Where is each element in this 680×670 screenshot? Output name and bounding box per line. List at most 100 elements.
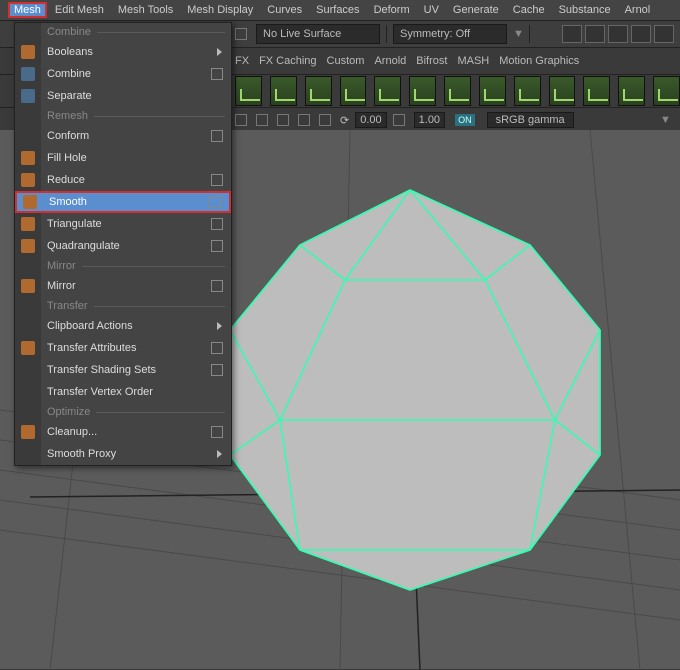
menu-item-label: Conform <box>47 130 89 142</box>
menu-item-label: Triangulate <box>47 218 102 230</box>
menu-curves[interactable]: Curves <box>261 2 308 18</box>
tool-icon[interactable] <box>235 114 247 126</box>
shelf-button[interactable] <box>583 76 610 106</box>
menu-substance[interactable]: Substance <box>553 2 617 18</box>
render-settings-icon[interactable] <box>631 25 651 43</box>
menu-item-label: Clipboard Actions <box>47 320 133 332</box>
tool-icon[interactable] <box>319 114 331 126</box>
option-box-icon[interactable] <box>209 196 221 208</box>
shelf-button[interactable] <box>374 76 401 106</box>
menu-arnol[interactable]: Arnol <box>619 2 657 18</box>
menu-item-label: Booleans <box>47 46 93 58</box>
tool-icon[interactable] <box>256 114 268 126</box>
mesh-menu-dropdown: CombineBooleansCombineSeparateRemeshConf… <box>14 22 232 466</box>
menu-item-transfer-vertex-order[interactable]: Transfer Vertex Order <box>15 381 231 403</box>
menu-mesh[interactable]: Mesh <box>8 2 47 18</box>
menu-item-triangulate[interactable]: Triangulate <box>15 213 231 235</box>
menu-item-fill-hole[interactable]: Fill Hole <box>15 147 231 169</box>
shelf-tab-fx-caching[interactable]: FX Caching <box>259 55 316 67</box>
shelf-button[interactable] <box>340 76 367 106</box>
option-box-icon[interactable] <box>211 174 223 186</box>
menu-surfaces[interactable]: Surfaces <box>310 2 365 18</box>
symmetry-field[interactable]: Symmetry: Off <box>393 24 507 44</box>
menu-item-icon <box>21 217 35 231</box>
menu-item-mirror[interactable]: Mirror <box>15 275 231 297</box>
option-box-icon[interactable] <box>211 426 223 438</box>
menu-item-reduce[interactable]: Reduce <box>15 169 231 191</box>
menu-group-remesh: Remesh <box>15 107 231 125</box>
menu-item-label: Reduce <box>47 174 85 186</box>
menu-item-label: Fill Hole <box>47 152 87 164</box>
shelf-tab-fx[interactable]: FX <box>235 55 249 67</box>
menu-item-combine[interactable]: Combine <box>15 63 231 85</box>
tool-icon[interactable] <box>298 114 310 126</box>
shelf-button[interactable] <box>270 76 297 106</box>
menu-cache[interactable]: Cache <box>507 2 551 18</box>
menu-item-icon <box>21 45 35 59</box>
menu-item-cleanup[interactable]: Cleanup... <box>15 421 231 443</box>
menu-item-label: Cleanup... <box>47 426 97 438</box>
option-box-icon[interactable] <box>211 68 223 80</box>
menu-item-icon <box>23 195 37 209</box>
shelf-button[interactable] <box>549 76 576 106</box>
shelf-tab-mash[interactable]: MASH <box>457 55 489 67</box>
shelf-button[interactable] <box>653 76 680 106</box>
shelf-tab-bifrost[interactable]: Bifrost <box>416 55 447 67</box>
option-box-icon[interactable] <box>211 130 223 142</box>
option-box-icon[interactable] <box>211 240 223 252</box>
menu-group-mirror: Mirror <box>15 257 231 275</box>
shelf-button[interactable] <box>444 76 471 106</box>
shelf-button[interactable] <box>235 76 262 106</box>
menu-item-label: Quadrangulate <box>47 240 120 252</box>
render-icon[interactable] <box>654 25 674 43</box>
shelf-button[interactable] <box>514 76 541 106</box>
option-box-icon[interactable] <box>211 364 223 376</box>
menu-item-label: Mirror <box>47 280 76 292</box>
magnet-icon[interactable] <box>235 28 247 40</box>
menu-deform[interactable]: Deform <box>368 2 416 18</box>
menu-item-booleans[interactable]: Booleans <box>15 41 231 63</box>
menu-item-clipboard-actions[interactable]: Clipboard Actions <box>15 315 231 337</box>
value-field-1[interactable]: 0.00 <box>355 112 386 128</box>
menu-item-separate[interactable]: Separate <box>15 85 231 107</box>
menu-item-icon <box>21 425 35 439</box>
menu-item-smooth-proxy[interactable]: Smooth Proxy <box>15 443 231 465</box>
menu-item-icon <box>21 341 35 355</box>
chevron-down-icon[interactable]: ▼ <box>660 114 670 126</box>
option-box-icon[interactable] <box>211 280 223 292</box>
value-field-2[interactable]: 1.00 <box>414 112 445 128</box>
option-box-icon[interactable] <box>211 342 223 354</box>
menu-item-icon <box>21 173 35 187</box>
menu-generate[interactable]: Generate <box>447 2 505 18</box>
on-badge[interactable]: ON <box>455 114 475 126</box>
tool-icon[interactable] <box>277 114 289 126</box>
chevron-down-icon[interactable]: ▼ <box>513 28 523 40</box>
menu-item-smooth[interactable]: Smooth <box>15 191 231 213</box>
menu-uv[interactable]: UV <box>418 2 445 18</box>
menu-item-label: Smooth <box>49 196 87 208</box>
render-icon[interactable] <box>562 25 582 43</box>
menu-mesh-tools[interactable]: Mesh Tools <box>112 2 179 18</box>
shelf-button[interactable] <box>479 76 506 106</box>
menu-edit-mesh[interactable]: Edit Mesh <box>49 2 110 18</box>
render-icon[interactable] <box>585 25 605 43</box>
tool-icon[interactable] <box>393 114 405 126</box>
ipr-icon[interactable] <box>608 25 628 43</box>
shelf-button[interactable] <box>618 76 645 106</box>
shelf-tab-custom[interactable]: Custom <box>327 55 365 67</box>
menu-item-quadrangulate[interactable]: Quadrangulate <box>15 235 231 257</box>
menu-item-conform[interactable]: Conform <box>15 125 231 147</box>
menu-item-label: Transfer Shading Sets <box>47 364 156 376</box>
shelf-button[interactable] <box>305 76 332 106</box>
menu-item-label: Transfer Attributes <box>47 342 136 354</box>
menu-item-transfer-attributes[interactable]: Transfer Attributes <box>15 337 231 359</box>
menu-group-optimize: Optimize <box>15 403 231 421</box>
menu-item-transfer-shading-sets[interactable]: Transfer Shading Sets <box>15 359 231 381</box>
colorspace-dropdown[interactable]: sRGB gamma <box>487 112 574 128</box>
menu-mesh-display[interactable]: Mesh Display <box>181 2 259 18</box>
shelf-button[interactable] <box>409 76 436 106</box>
shelf-tab-motion-graphics[interactable]: Motion Graphics <box>499 55 579 67</box>
option-box-icon[interactable] <box>211 218 223 230</box>
shelf-tab-arnold[interactable]: Arnold <box>374 55 406 67</box>
live-surface-field[interactable]: No Live Surface <box>256 24 380 44</box>
